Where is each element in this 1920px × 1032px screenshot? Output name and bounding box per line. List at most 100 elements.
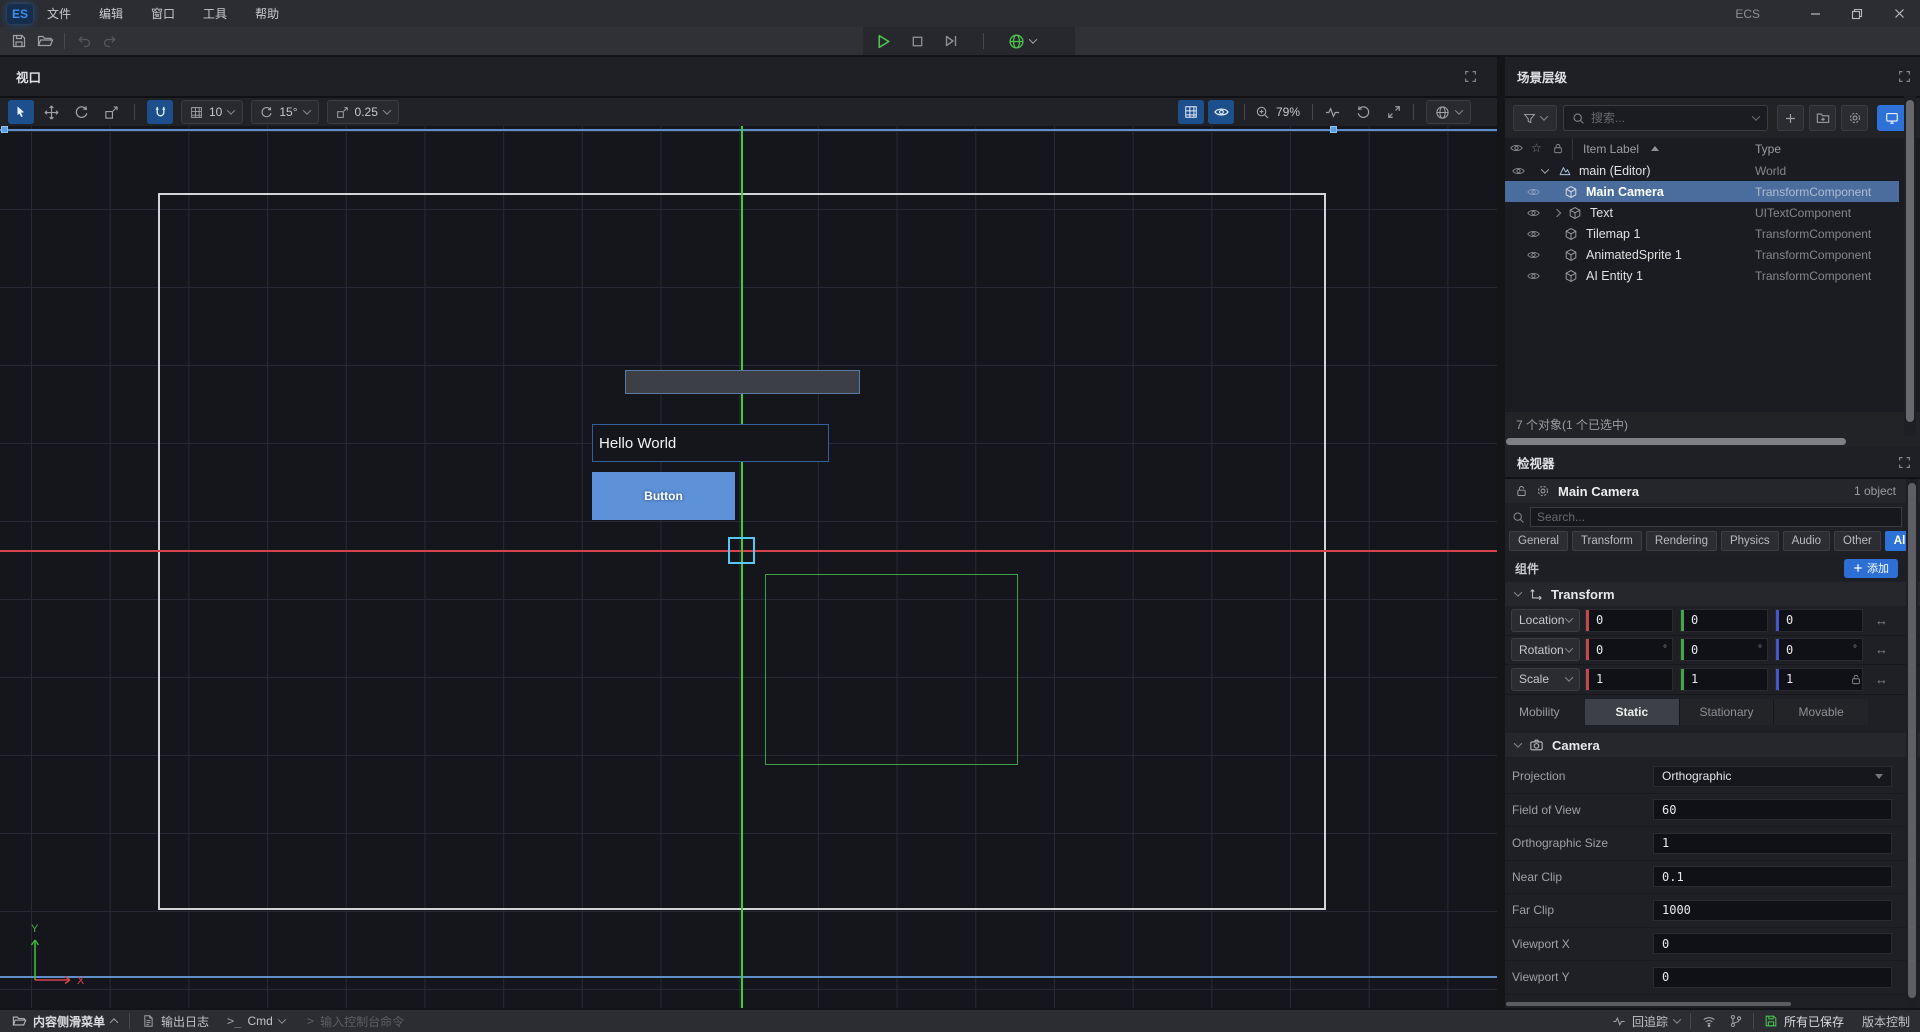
close-button[interactable] (1878, 0, 1920, 27)
show-grid-button[interactable] (1178, 100, 1204, 124)
network-icon[interactable] (1701, 1014, 1717, 1028)
fullscreen-icon[interactable] (1387, 105, 1401, 119)
tab-physics[interactable]: Physics (1721, 531, 1779, 551)
mobility-static[interactable]: Static (1585, 699, 1679, 725)
location-y-field[interactable]: 0 (1680, 609, 1768, 632)
cmd-dropdown[interactable]: >_ Cmd (227, 1014, 285, 1028)
open-folder-icon[interactable] (32, 29, 58, 53)
rotation-x-field[interactable]: 0° (1585, 638, 1673, 661)
link-axes-icon[interactable]: ↔ (1875, 613, 1888, 628)
transform-section-header[interactable]: Transform (1505, 582, 1920, 606)
link-axes-icon[interactable]: ↔ (1875, 642, 1888, 657)
hierarchy-row-ai-entity[interactable]: AI Entity 1 TransformComponent (1505, 265, 1920, 286)
snap-toggle-button[interactable] (147, 100, 173, 124)
hierarchy-row-world[interactable]: main (Editor) World (1505, 160, 1920, 181)
hierarchy-row-text[interactable]: Text UITextComponent (1505, 202, 1920, 223)
scale-y-field[interactable]: 1 (1680, 668, 1768, 691)
app-logo[interactable]: ES (7, 4, 33, 24)
viewport-x-field[interactable]: 0 (1653, 933, 1892, 954)
tab-rendering[interactable]: Rendering (1646, 531, 1717, 551)
save-icon[interactable] (6, 29, 32, 53)
console-command-input[interactable]: > 输入控制台命令 (307, 1013, 404, 1030)
tab-audio[interactable]: Audio (1783, 531, 1830, 551)
tab-other[interactable]: Other (1834, 531, 1881, 551)
redo-icon[interactable] (97, 29, 123, 53)
viewport-scene[interactable]: Hello World Button Y X (0, 126, 1497, 1008)
undo-icon[interactable] (71, 29, 97, 53)
panel-expand-icon[interactable] (1464, 70, 1477, 83)
version-control-button[interactable]: 版本控制 (1862, 1013, 1910, 1030)
scale-mode-dropdown[interactable]: Scale (1511, 668, 1580, 691)
hierarchy-search-input[interactable] (1591, 111, 1747, 125)
field-of-view-field[interactable]: 60 (1653, 799, 1892, 820)
rotation-snap-dropdown[interactable]: 15° (251, 100, 318, 124)
tab-general[interactable]: General (1509, 531, 1568, 551)
menu-help[interactable]: 帮助 (241, 0, 293, 27)
ui-canvas-handle[interactable] (1330, 126, 1337, 133)
step-forward-icon[interactable] (943, 33, 959, 49)
trace-dropdown[interactable]: 回追踪 (1612, 1013, 1680, 1030)
eye-icon[interactable] (1527, 229, 1540, 239)
hierarchy-row-tilemap[interactable]: Tilemap 1 TransformComponent (1505, 223, 1920, 244)
projection-dropdown[interactable]: Orthographic (1653, 766, 1892, 787)
lock-column-icon[interactable] (1552, 142, 1564, 155)
type-column[interactable]: Type (1755, 142, 1781, 156)
mobility-stationary[interactable]: Stationary (1680, 699, 1774, 725)
inspector-scrollbar-track[interactable] (1906, 479, 1918, 1008)
eye-icon[interactable] (1512, 166, 1525, 176)
hierarchy-row-main-camera[interactable]: Main Camera TransformComponent (1505, 181, 1899, 202)
play-icon[interactable] (875, 33, 892, 50)
content-drawer-button[interactable]: 内容侧滑菜单 (12, 1013, 117, 1030)
ui-canvas-handle[interactable] (1, 126, 8, 133)
hierarchy-row-animatedsprite[interactable]: AnimatedSprite 1 TransformComponent (1505, 244, 1920, 265)
scale-snap-dropdown[interactable]: 0.25 (327, 100, 399, 124)
location-x-field[interactable]: 0 (1585, 609, 1673, 632)
eye-column-icon[interactable] (1510, 143, 1523, 153)
eye-icon[interactable] (1527, 271, 1540, 281)
scale-x-field[interactable]: 1 (1585, 668, 1673, 691)
filter-dropdown[interactable] (1513, 105, 1557, 131)
launch-target-dropdown[interactable] (1008, 33, 1036, 50)
far-clip-field[interactable]: 1000 (1653, 900, 1892, 921)
scene-text-object[interactable]: Hello World (592, 424, 829, 462)
reset-view-icon[interactable] (1356, 105, 1371, 120)
selected-camera-gizmo[interactable] (728, 537, 755, 564)
rotation-mode-dropdown[interactable]: Rotation (1511, 638, 1580, 661)
add-folder-button[interactable] (1809, 105, 1836, 131)
star-column-icon[interactable]: ☆ (1531, 141, 1542, 155)
rotation-z-field[interactable]: 0° (1775, 638, 1863, 661)
inspector-search-box[interactable] (1530, 507, 1902, 527)
grid-snap-dropdown[interactable]: 10 (181, 100, 243, 124)
eye-icon[interactable] (1527, 187, 1540, 197)
near-clip-field[interactable]: 0.1 (1653, 866, 1892, 887)
link-axes-icon[interactable]: ↔ (1875, 672, 1888, 687)
panel-expand-icon[interactable] (1898, 456, 1911, 469)
camera-section-header[interactable]: Camera (1505, 733, 1920, 757)
eye-icon[interactable] (1527, 208, 1540, 218)
screen-view-button[interactable] (1877, 105, 1907, 131)
location-mode-dropdown[interactable]: Location (1511, 609, 1580, 632)
orthographic-size-field[interactable]: 1 (1653, 833, 1892, 854)
save-status[interactable]: 所有已保存 (1764, 1013, 1844, 1030)
minimize-button[interactable] (1794, 0, 1836, 27)
eye-icon[interactable] (1527, 250, 1540, 260)
hierarchy-settings-button[interactable] (1841, 105, 1868, 131)
chevron-down-icon[interactable] (1541, 165, 1549, 173)
hierarchy-search[interactable] (1563, 105, 1768, 131)
zoom-icon[interactable] (1255, 105, 1270, 120)
lock-open-icon[interactable] (1515, 484, 1528, 498)
inspector-scrollbar-thumb[interactable] (1908, 483, 1916, 998)
rotate-tool-button[interactable] (68, 100, 94, 124)
chevron-right-icon[interactable] (1553, 208, 1561, 216)
branch-icon[interactable] (1729, 1014, 1743, 1028)
select-tool-button[interactable] (8, 100, 34, 124)
scene-button-object[interactable]: Button (592, 472, 735, 520)
hierarchy-horizontal-scrollbar[interactable] (1506, 438, 1846, 445)
viewport-y-field[interactable]: 0 (1653, 967, 1892, 988)
restore-button[interactable] (1836, 0, 1878, 27)
add-component-button[interactable]: 添加 (1844, 559, 1898, 578)
hierarchy-scrollbar-track[interactable] (1904, 96, 1916, 436)
menu-edit[interactable]: 编辑 (85, 0, 137, 27)
hierarchy-scrollbar-thumb[interactable] (1906, 100, 1914, 422)
scene-slider-object[interactable] (625, 370, 860, 394)
